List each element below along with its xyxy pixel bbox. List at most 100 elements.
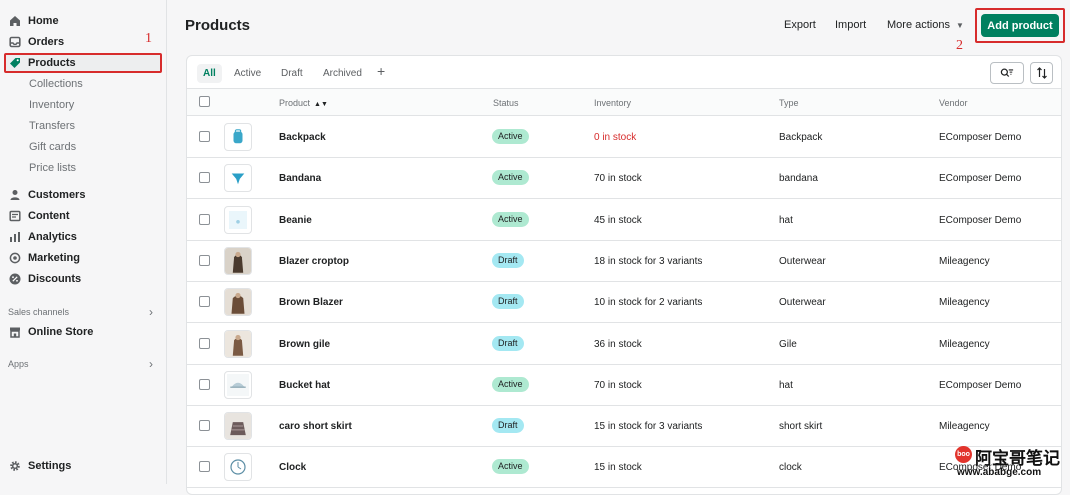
annotation-number-2: 2 xyxy=(956,38,963,53)
sidebar-subitem-collections[interactable]: Collections xyxy=(29,78,83,90)
row-checkbox[interactable] xyxy=(199,420,210,432)
inventory-value: 45 in stock xyxy=(594,214,642,226)
more-actions-button[interactable]: More actions ▼ xyxy=(887,19,964,31)
status-badge: Draft xyxy=(492,335,524,351)
table-row[interactable]: Clock Active 15 in stock clock EComposer Dem… xyxy=(187,447,1061,489)
watermark-url: www.ababge.com xyxy=(957,467,1042,478)
table-row[interactable]: Backpack Active 0 in stock Backpack ECompose… xyxy=(187,117,1061,158)
sidebar-item-content[interactable]: Content xyxy=(4,206,162,225)
target-icon xyxy=(9,252,21,264)
home-icon xyxy=(9,15,21,27)
add-product-button[interactable]: Add product xyxy=(981,14,1059,37)
sort-icon xyxy=(1036,67,1047,79)
product-thumbnail xyxy=(224,246,252,275)
sidebar-item-label: Orders xyxy=(28,35,65,48)
inventory-value: 15 in stock for 3 variants xyxy=(594,421,703,433)
product-name[interactable]: Brown Blazer xyxy=(279,297,343,308)
product-name[interactable]: caro short skirt xyxy=(279,421,352,432)
sidebar-item-discounts[interactable]: Discounts xyxy=(4,269,162,288)
add-view-icon[interactable]: + xyxy=(377,63,385,79)
row-checkbox[interactable] xyxy=(199,461,210,473)
store-icon xyxy=(9,326,21,338)
row-checkbox[interactable] xyxy=(199,131,210,142)
product-name[interactable]: Bandana xyxy=(279,173,321,184)
inventory-value: 36 in stock xyxy=(594,338,642,350)
table-row[interactable]: Beanie Active 45 in stock hat EComposer Demo xyxy=(187,200,1061,241)
table-row[interactable]: caro short skirt Draft 15 in stock for 3 v… xyxy=(187,406,1061,448)
select-all-checkbox[interactable] xyxy=(199,96,210,107)
sidebar-item-marketing[interactable]: Marketing xyxy=(4,248,162,267)
vendor-value: Mileagency xyxy=(939,255,990,267)
row-checkbox[interactable] xyxy=(199,337,210,349)
sidebar-item-settings[interactable]: Settings xyxy=(4,456,162,475)
discount-icon xyxy=(9,273,21,285)
product-name[interactable]: Beanie xyxy=(279,215,312,226)
search-filter-button[interactable] xyxy=(990,62,1024,84)
inventory-value: 18 in stock for 3 variants xyxy=(594,255,703,267)
row-checkbox[interactable] xyxy=(199,213,210,225)
inventory-value: 0 in stock xyxy=(594,132,637,143)
type-value: Outerwear xyxy=(779,297,826,309)
product-thumbnail xyxy=(224,453,252,482)
column-header-inventory: Inventory xyxy=(594,98,632,108)
sidebar-item-customers[interactable]: Customers xyxy=(4,185,162,204)
tab-draft[interactable]: Draft xyxy=(275,64,309,83)
sales-channels-label: Sales channels xyxy=(8,307,70,317)
sidebar-item-label: Online Store xyxy=(28,325,94,338)
sidebar-subitem-gift-cards[interactable]: Gift cards xyxy=(29,141,76,153)
type-value: Gile xyxy=(779,338,797,350)
export-button[interactable]: Export xyxy=(784,19,816,31)
sidebar-item-products[interactable]: Products xyxy=(4,53,162,73)
type-value: Outerwear xyxy=(779,255,826,267)
product-name[interactable]: Backpack xyxy=(279,132,326,143)
add-product-highlight: Add product xyxy=(975,8,1065,43)
row-checkbox[interactable] xyxy=(199,296,210,308)
vendor-value: Mileagency xyxy=(939,421,990,433)
column-header-status: Status xyxy=(493,98,519,108)
search-filter-icon xyxy=(1000,68,1014,77)
product-thumbnail xyxy=(224,164,252,193)
product-thumbnail xyxy=(224,288,252,317)
chevron-right-icon: › xyxy=(149,357,153,371)
table-row[interactable]: Blazer croptop Draft 18 in stock for 3 var… xyxy=(187,241,1061,282)
table-row[interactable]: Bucket hat Active 70 in stock hat EComposer … xyxy=(187,365,1061,406)
sidebar-item-analytics[interactable]: Analytics xyxy=(4,227,162,246)
row-checkbox[interactable] xyxy=(199,254,210,266)
sidebar-subitem-transfers[interactable]: Transfers xyxy=(29,120,75,132)
sidebar-item-home[interactable]: Home xyxy=(4,11,162,30)
table-row[interactable]: Bandana Active 70 in stock bandana EComposer… xyxy=(187,158,1061,200)
table-row[interactable]: Brown Blazer Draft 10 in stock for 2 varia… xyxy=(187,282,1061,324)
vendor-value: EComposer Demo xyxy=(939,214,1022,226)
sales-channels-header[interactable]: Sales channels › xyxy=(8,305,153,319)
tab-archived[interactable]: Archived xyxy=(317,64,368,83)
row-checkbox[interactable] xyxy=(199,172,210,184)
status-badge: Active xyxy=(492,211,529,227)
sidebar-item-label: Marketing xyxy=(28,251,80,264)
sidebar-subitem-price-lists[interactable]: Price lists xyxy=(29,162,76,174)
sidebar-item-online-store[interactable]: Online Store xyxy=(4,322,162,341)
table-row[interactable]: Brown gile Draft 36 in stock Gile Mileagency xyxy=(187,324,1061,365)
column-header-product[interactable]: Product ▲▼ xyxy=(279,98,328,108)
gear-icon xyxy=(9,460,21,472)
inventory-value: 70 in stock xyxy=(594,379,642,391)
status-badge: Active xyxy=(492,376,529,392)
import-button[interactable]: Import xyxy=(835,19,866,31)
inventory-value: 15 in stock xyxy=(594,462,642,474)
product-name[interactable]: Blazer croptop xyxy=(279,256,349,267)
apps-header[interactable]: Apps › xyxy=(8,357,153,371)
vendor-value: Mileagency xyxy=(939,297,990,309)
tab-active[interactable]: Active xyxy=(228,64,267,83)
tab-all[interactable]: All xyxy=(197,64,222,83)
product-name[interactable]: Brown gile xyxy=(279,339,330,350)
row-checkbox[interactable] xyxy=(199,378,210,390)
product-name[interactable]: Clock xyxy=(279,462,306,473)
product-name[interactable]: Bucket hat xyxy=(279,380,330,391)
sort-button[interactable] xyxy=(1030,62,1053,84)
sidebar-item-label: Analytics xyxy=(28,230,77,243)
sidebar-item-orders[interactable]: Orders xyxy=(4,32,162,51)
watermark: boo 阿宝哥笔记 www.ababge.com xyxy=(955,444,1067,482)
sidebar-item-label: Products xyxy=(28,57,76,69)
sidebar-subitem-inventory[interactable]: Inventory xyxy=(29,99,74,111)
document-icon xyxy=(9,210,21,222)
sidebar-item-label: Discounts xyxy=(28,272,82,285)
